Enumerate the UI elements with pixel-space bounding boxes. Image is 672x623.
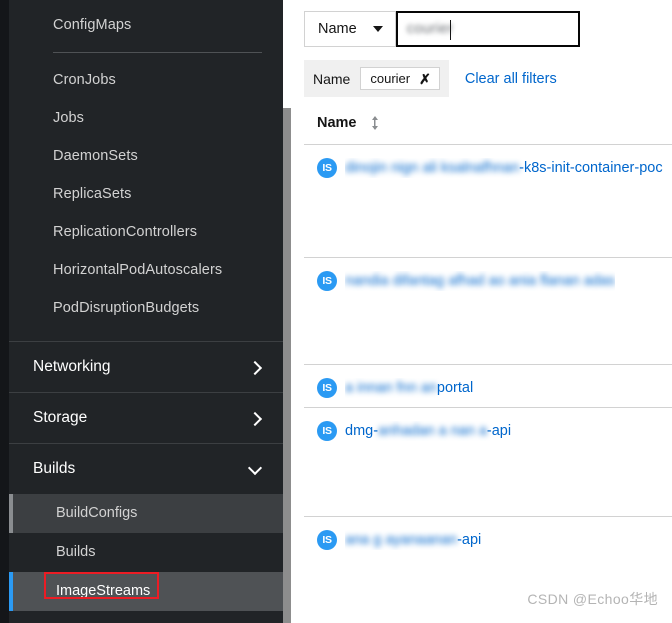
chevron-down-icon (249, 462, 263, 476)
sidebar-navigation: ConfigMaps CronJobs Jobs DaemonSets Repl… (0, 0, 291, 623)
sidebar-scrollbar-thumb[interactable] (283, 108, 291, 623)
sidebar-item-replicasets[interactable]: ReplicaSets (9, 175, 283, 213)
table-row[interactable]: IS nandia difantag afhad ao ania flanan … (304, 257, 672, 364)
imagestream-name-visible: -k8s-init-container-poc (519, 160, 663, 176)
sidebar-item-imagestreams-label: ImageStreams (56, 583, 151, 599)
close-icon[interactable]: ✗ (419, 72, 431, 86)
filter-chip[interactable]: courier ✗ (360, 67, 440, 90)
sidebar-left-edge (0, 0, 9, 623)
imagestream-name-link[interactable]: a innan fnn anportal (345, 378, 473, 398)
table-row[interactable]: IS ana g ayanaanan-api (304, 516, 672, 576)
sidebar-item-cronjobs[interactable]: CronJobs (9, 61, 283, 99)
table-row[interactable]: IS dinojin nign ali ksalnafhnan-k8s-init… (304, 144, 672, 257)
sidebar-group-networking: Networking (9, 341, 283, 392)
imagestream-name-link[interactable]: dmg-anhadan a nan a-api (345, 421, 511, 441)
imagestream-name-visible: portal (436, 380, 474, 396)
sidebar-item-daemonsets[interactable]: DaemonSets (9, 137, 283, 175)
imagestream-name-link[interactable]: nandia difantag afhad ao ania flanan ada… (345, 271, 615, 291)
imagestream-icon: IS (317, 530, 337, 550)
imagestream-name-link[interactable]: dinojin nign ali ksalnafhnan-k8s-init-co… (345, 158, 663, 178)
sidebar-item-jobs[interactable]: Jobs (9, 99, 283, 137)
column-header-name: Name (317, 115, 357, 131)
text-cursor (449, 20, 452, 40)
sidebar-item-replicationcontrollers[interactable]: ReplicationControllers (9, 213, 283, 251)
sidebar-item-configmaps[interactable]: ConfigMaps (9, 6, 283, 44)
sidebar-item-builds-label: Builds (56, 544, 96, 560)
sidebar-item-buildconfigs-label: BuildConfigs (56, 505, 138, 521)
sidebar-group-storage-label: Storage (33, 409, 88, 426)
filter-chip-group-label: Name (313, 70, 351, 87)
sidebar-group-builds-header[interactable]: Builds (9, 444, 283, 494)
imagestream-icon: IS (317, 271, 337, 291)
redacted-text: anhadan a nan a (378, 423, 487, 439)
imagestream-icon: IS (317, 421, 337, 441)
watermark: CSDN @Echoo华地 (527, 591, 658, 607)
imagestream-icon: IS (317, 378, 337, 398)
redacted-text: nandia difantag afhad ao ania flanan ada… (345, 273, 616, 289)
table-row[interactable]: IS dmg-anhadan a nan a-api (304, 407, 672, 516)
sidebar-item-poddisruptionbudgets[interactable]: PodDisruptionBudgets (9, 289, 283, 327)
sort-updown-icon[interactable] (370, 115, 380, 131)
chevron-down-icon (372, 26, 383, 32)
clear-all-filters-link[interactable]: Clear all filters (465, 71, 557, 87)
app-root: ConfigMaps CronJobs Jobs DaemonSets Repl… (0, 0, 672, 623)
chevron-right-icon (249, 360, 263, 374)
sidebar-group-storage: Storage (9, 392, 283, 443)
imagestream-name-visible: -api (457, 532, 482, 548)
filter-chip-group: Name courier ✗ (304, 60, 449, 97)
imagestream-name-prefix: dmg- (345, 423, 379, 439)
search-input-value: courier (406, 21, 454, 37)
imagestream-name-visible: -api (486, 423, 512, 439)
chevron-right-icon (249, 411, 263, 425)
imagestreams-table: Name IS dinojin nign ali ksalnafhnan-k8s… (291, 115, 672, 576)
sidebar-item-horizontalpodautoscalers[interactable]: HorizontalPodAutoscalers (9, 251, 283, 289)
sidebar-divider (53, 52, 262, 53)
redacted-text: ana g ayanaanan (345, 532, 458, 548)
search-input[interactable]: courier (395, 11, 580, 47)
sidebar-group-builds-label: Builds (33, 460, 76, 477)
sidebar-item-builds[interactable]: Builds (9, 533, 283, 572)
redacted-text: a innan fnn an (345, 380, 437, 396)
table-row[interactable]: IS a innan fnn anportal (304, 364, 672, 407)
redacted-text: dinojin nign ali ksalnafhnan (345, 160, 520, 176)
sidebar-group-networking-header[interactable]: Networking (9, 342, 283, 392)
active-filters-bar: Name courier ✗ Clear all filters (291, 47, 672, 97)
sidebar-scrollbar-track[interactable] (283, 0, 291, 623)
filter-toolbar: Name courier (291, 0, 672, 47)
filter-type-select[interactable]: Name (304, 11, 396, 47)
sidebar-item-buildconfigs[interactable]: BuildConfigs (9, 494, 283, 533)
filter-chip-value: courier (370, 71, 411, 86)
sidebar-group-networking-label: Networking (33, 358, 111, 375)
sidebar-inner: ConfigMaps CronJobs Jobs DaemonSets Repl… (9, 0, 283, 623)
filter-type-label: Name (318, 21, 357, 37)
main-content: Name courier Name courier ✗ Clear all fi… (291, 0, 672, 623)
sidebar-group-builds: Builds BuildConfigs Builds ImageStreams (9, 443, 283, 611)
imagestream-icon: IS (317, 158, 337, 178)
sidebar-item-imagestreams[interactable]: ImageStreams (9, 572, 283, 611)
imagestream-name-link[interactable]: ana g ayanaanan-api (345, 530, 481, 550)
sidebar-group-storage-header[interactable]: Storage (9, 393, 283, 443)
table-header-row: Name (304, 115, 672, 144)
